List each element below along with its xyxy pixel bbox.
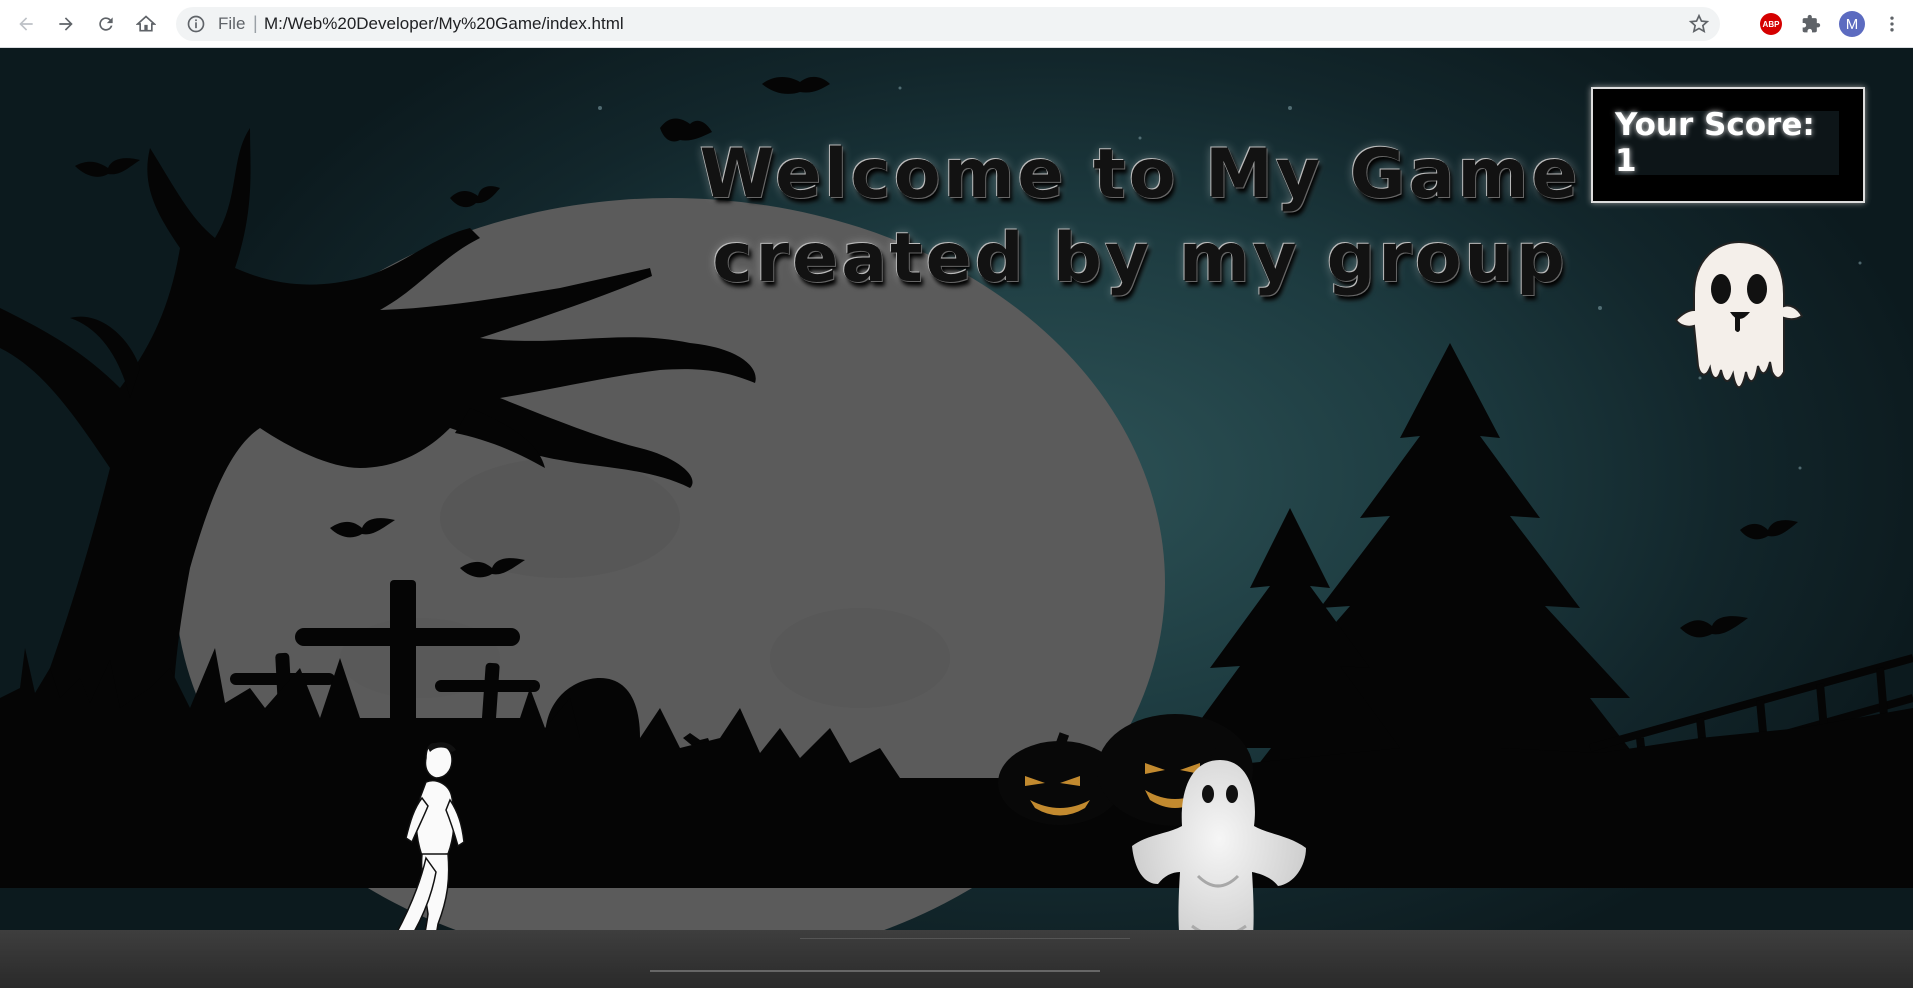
adblock-icon[interactable]: ABP (1759, 12, 1783, 36)
reload-icon[interactable] (92, 10, 120, 38)
game-title: Welcome to My Game created by my group (640, 133, 1640, 301)
title-line-1: Welcome to My Game (699, 135, 1581, 214)
info-icon[interactable] (186, 14, 206, 34)
profile-avatar-icon[interactable]: M (1838, 10, 1866, 38)
pine-tree (1180, 343, 1660, 818)
score-panel: Your Score: 1 (1591, 87, 1865, 203)
adblock-label: ABP (1760, 13, 1782, 35)
profile-initial: M (1839, 11, 1865, 37)
road-marking (650, 970, 1100, 972)
url-scheme-label: File (218, 14, 246, 33)
url-text[interactable]: M:/Web%20Developer/My%20Game/index.html (264, 14, 624, 34)
menu-dots-icon[interactable] (1880, 12, 1904, 36)
floating-cartoon-ghost[interactable] (1672, 234, 1806, 394)
back-arrow-icon[interactable] (12, 10, 40, 38)
game-canvas[interactable]: Welcome to My Game created by my group Y… (0, 48, 1913, 988)
extensions-puzzle-icon[interactable] (1799, 12, 1823, 36)
url-separator: | (253, 13, 258, 33)
title-line-2: created by my group (712, 219, 1568, 298)
browser-toolbar: File | M:/Web%20Developer/My%20Game/inde… (0, 0, 1913, 48)
score-text: Your Score: 1 (1615, 107, 1815, 179)
road-marking-secondary (800, 938, 1130, 939)
home-icon[interactable] (132, 10, 160, 38)
address-bar[interactable]: File | M:/Web%20Developer/My%20Game/inde… (176, 7, 1720, 41)
bookmark-star-icon[interactable] (1688, 13, 1710, 35)
forward-arrow-icon[interactable] (52, 10, 80, 38)
score-display: Your Score: 1 (1615, 107, 1839, 179)
